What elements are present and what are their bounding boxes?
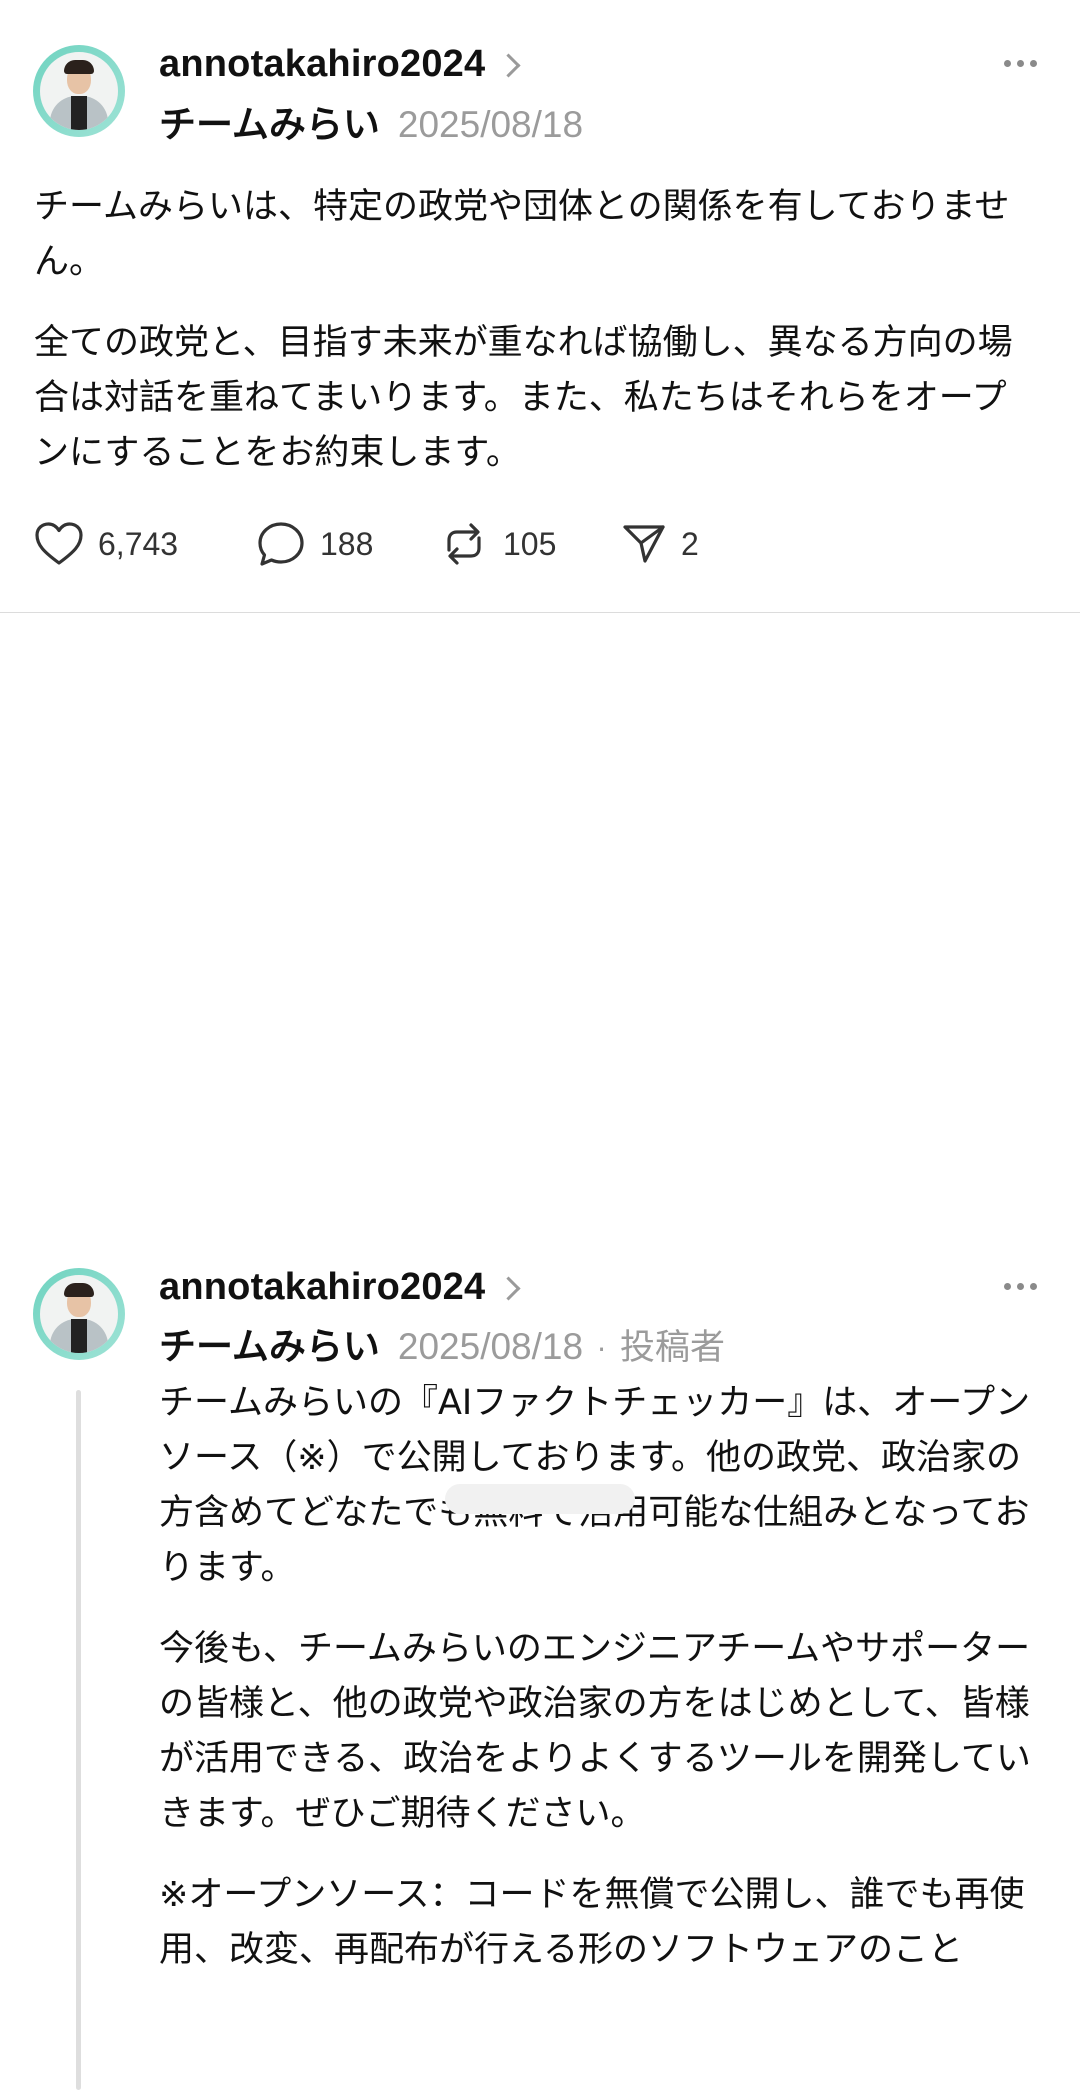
meta-separator: · (597, 1333, 606, 1366)
post-meta: チームみらい 2025/08/18 · 投稿者 (159, 1316, 725, 1370)
post-body: チームみらいは、特定の政党や団体との関係を有しておりません。 全ての政党と、目指… (34, 180, 1024, 481)
post: annotakahiro2024 チームみらい 2025/08/18 チームみら… (0, 0, 1080, 612)
author-badge: 投稿者 (619, 1328, 725, 1368)
post-paragraph: ※オープンソース：コードを無償で公開し、誰でも再使用、改変、再配布が行える形のソ… (159, 1875, 1025, 1970)
avatar-photo (40, 1275, 118, 1353)
username[interactable]: annotakahiro2024 (159, 43, 485, 86)
display-name[interactable]: チームみらい (159, 94, 380, 148)
action-bar: 6,743 188 105 2 (34, 520, 699, 568)
share-button[interactable]: 2 (621, 521, 699, 567)
avatar[interactable] (33, 1268, 125, 1360)
post-date: 2025/08/18 (397, 1326, 584, 1367)
post-paragraph: チームみらいは、特定の政党や団体との関係を有しておりません。 (34, 187, 1010, 282)
post-meta: チームみらい 2025/08/18 (159, 94, 583, 148)
repost-button[interactable]: 105 (439, 520, 621, 568)
post-divider (0, 612, 1080, 613)
repost-count: 105 (503, 525, 557, 562)
send-icon (623, 525, 665, 563)
share-count: 2 (681, 525, 699, 562)
post-date: 2025/08/18 (397, 104, 584, 145)
post-paragraph: 全ての政党と、目指す未来が重なれば協働し、異なる方向の場合は対話を重ねてまいりま… (34, 323, 1013, 473)
heart-icon (35, 522, 83, 565)
like-button[interactable]: 6,743 (34, 521, 256, 567)
comment-icon (258, 522, 304, 566)
chevron-right-icon[interactable] (496, 53, 521, 78)
reply-button[interactable]: 188 (256, 520, 439, 568)
thread-line (76, 1390, 81, 2090)
more-dots-icon[interactable] (1004, 1283, 1037, 1290)
username[interactable]: annotakahiro2024 (159, 1266, 485, 1309)
avatar[interactable] (33, 45, 125, 137)
chevron-right-icon[interactable] (496, 1276, 521, 1301)
repost-icon (447, 523, 481, 565)
scroll-indicator (445, 1484, 635, 1514)
like-count: 6,743 (98, 525, 179, 562)
post-body: チームみらいの『AIファクトチェッカー』は、オープンソース（※）で公開しておりま… (159, 1376, 1039, 1978)
reply-count: 188 (320, 525, 374, 562)
display-name[interactable]: チームみらい (159, 1316, 380, 1370)
avatar-photo (40, 52, 118, 130)
more-dots-icon[interactable] (1004, 60, 1037, 67)
post-paragraph: 今後も、チームみらいのエンジニアチームやサポーターの皆様と、他の政党や政治家の方… (159, 1629, 1031, 1834)
